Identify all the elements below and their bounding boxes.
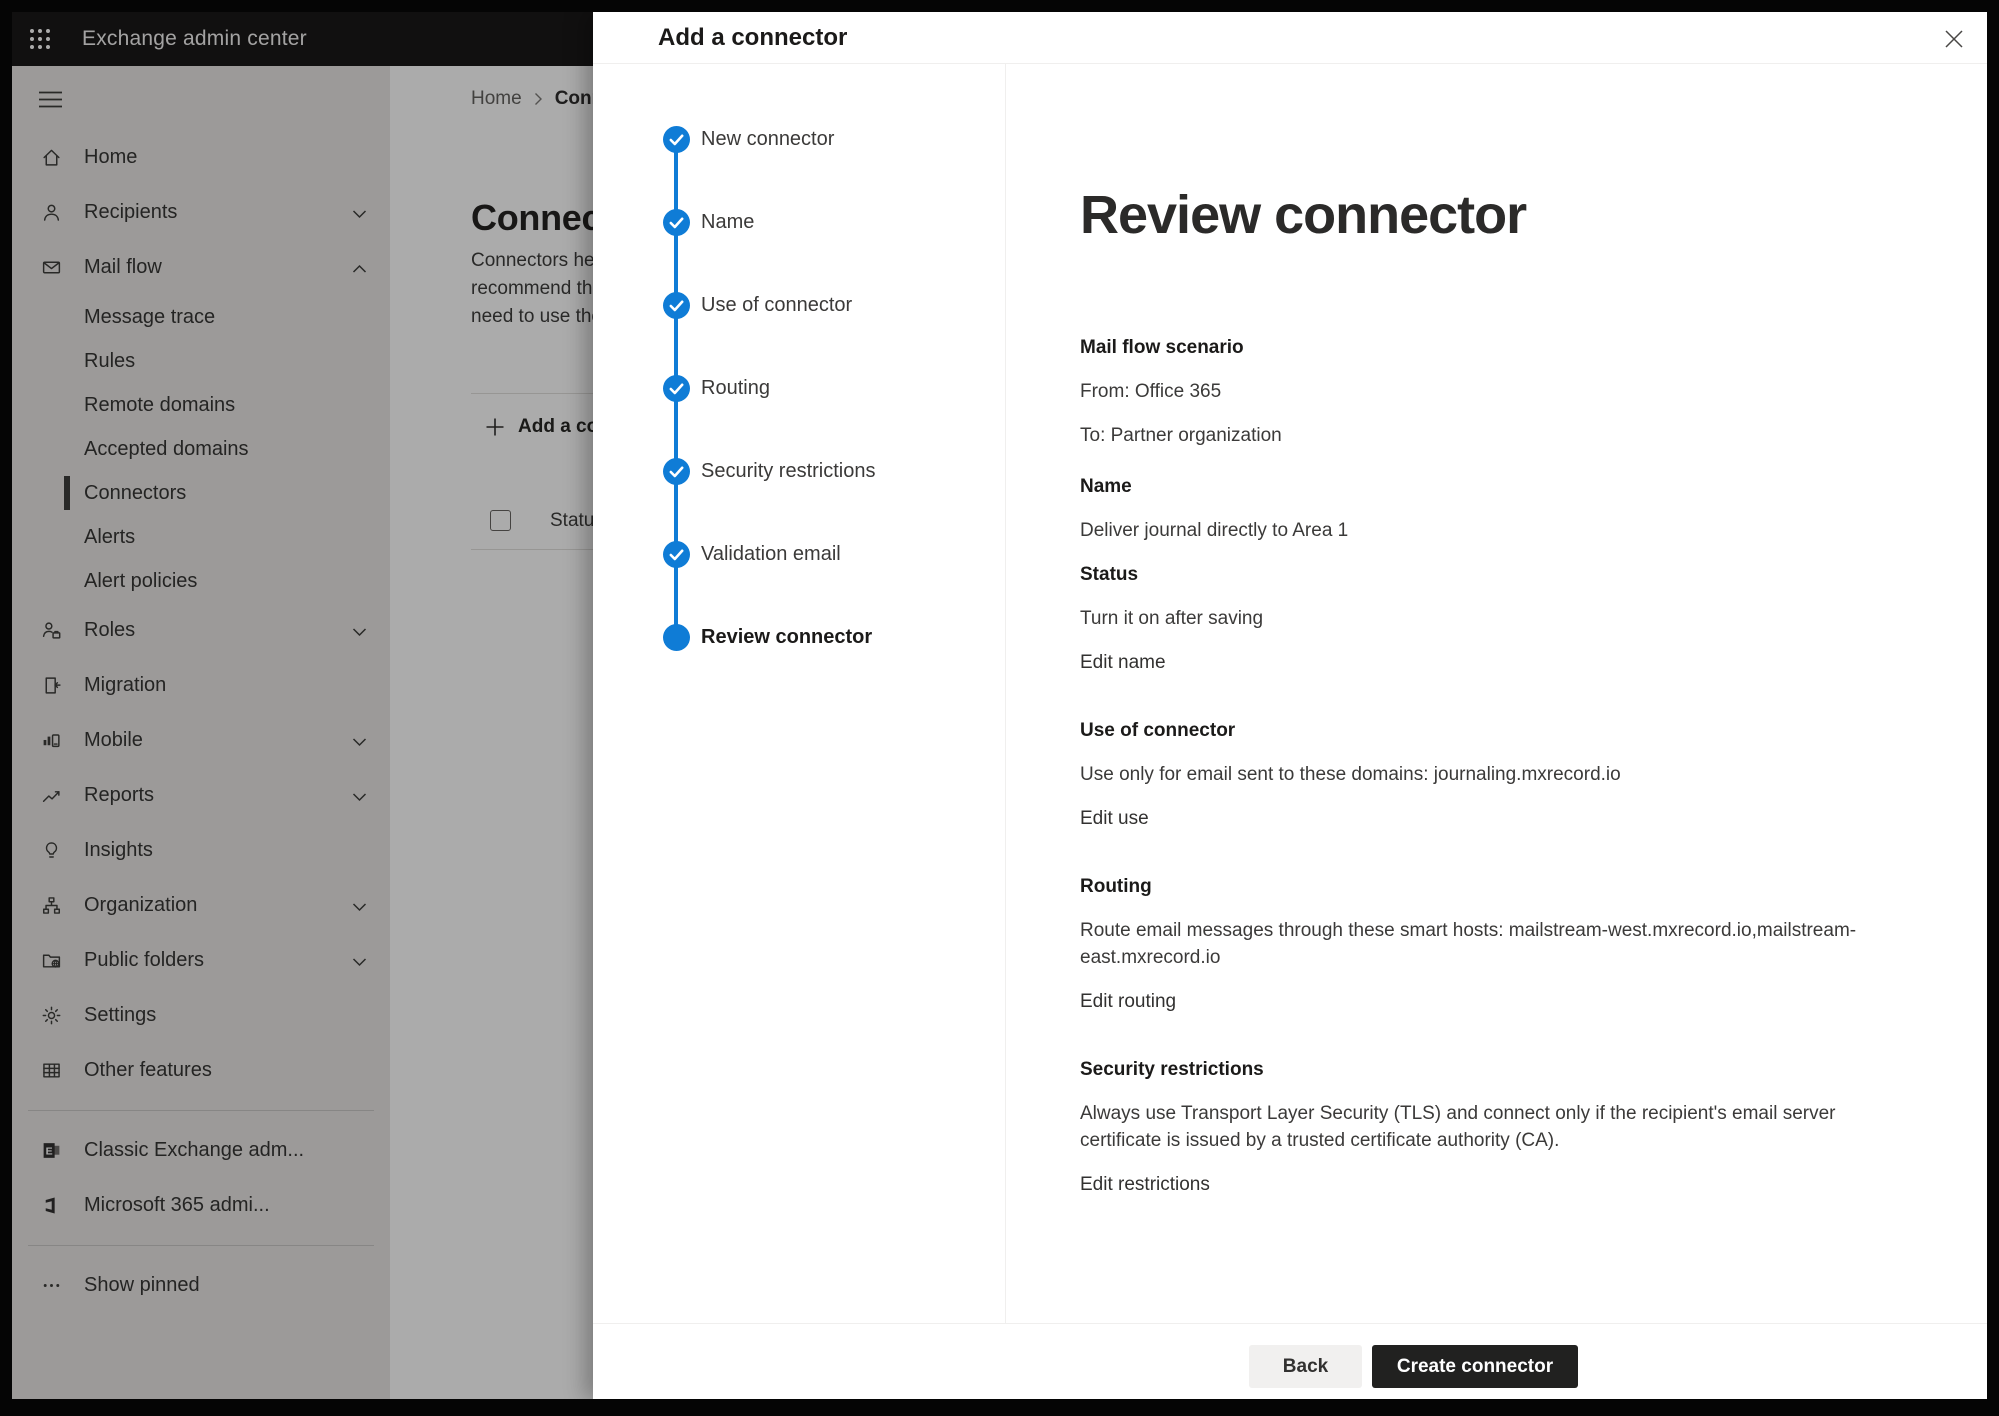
edit-name-link[interactable]: Edit name <box>1080 649 1166 676</box>
wizard-step-routing[interactable]: Routing <box>663 375 1005 458</box>
review-section: Routing Route email messages through thes… <box>1080 873 1858 1032</box>
review-section-text: From: Office 365 <box>1080 378 1858 405</box>
review-section-text: Use only for email sent to these domains… <box>1080 761 1858 788</box>
step-label: Review connector <box>701 624 872 651</box>
wizard-step-new-connector[interactable]: New connector <box>663 126 1005 209</box>
review-section: Security restrictions Always use Transpor… <box>1080 1056 1858 1215</box>
review-section: Use of connector Use only for email sent … <box>1080 717 1858 849</box>
review-section-heading: Use of connector <box>1080 717 1858 744</box>
step-completed-check-icon <box>663 126 690 153</box>
wizard-steps: New connector Name Use of connector Routing… <box>593 64 1006 1323</box>
wizard-step-validation-email[interactable]: Validation email <box>663 541 1005 624</box>
add-connector-modal: Add a connector New connector Name Use of … <box>593 12 1987 1399</box>
close-icon <box>1943 28 1965 50</box>
step-label: Security restrictions <box>701 458 876 485</box>
review-title: Review connector <box>1080 184 1987 246</box>
review-section-text: Route email messages through these smart… <box>1080 917 1858 971</box>
review-section-text: Always use Transport Layer Security (TLS… <box>1080 1100 1858 1154</box>
review-section-heading: Name <box>1080 473 1858 500</box>
modal-header: Add a connector <box>593 12 1987 64</box>
wizard-step-name[interactable]: Name <box>663 209 1005 292</box>
review-section-heading: Routing <box>1080 873 1858 900</box>
exchange-admin-app: Exchange admin center HomeRecipientsMail… <box>12 12 1987 1399</box>
review-section-heading: Security restrictions <box>1080 1056 1858 1083</box>
edit-use-link[interactable]: Edit use <box>1080 805 1149 832</box>
back-button[interactable]: Back <box>1249 1345 1362 1388</box>
modal-footer: Back Create connector <box>593 1323 1987 1399</box>
review-section-heading: Mail flow scenario <box>1080 334 1858 361</box>
step-completed-check-icon <box>663 375 690 402</box>
edit-routing-link[interactable]: Edit routing <box>1080 988 1176 1015</box>
review-section: Name Deliver journal directly to Area 1 St… <box>1080 473 1858 693</box>
review-section-heading: Status <box>1080 561 1858 588</box>
modal-title: Add a connector <box>658 24 847 52</box>
step-label: Name <box>701 209 754 236</box>
step-completed-check-icon <box>663 541 690 568</box>
step-current-icon <box>663 624 690 651</box>
review-panel: Review connector Mail flow scenario From:… <box>1007 64 1987 1323</box>
review-section-text: Deliver journal directly to Area 1 <box>1080 517 1858 544</box>
step-label: Use of connector <box>701 292 852 319</box>
step-label: New connector <box>701 126 834 153</box>
edit-restrictions-link[interactable]: Edit restrictions <box>1080 1171 1210 1198</box>
create-connector-button[interactable]: Create connector <box>1372 1345 1578 1388</box>
step-label: Validation email <box>701 541 841 568</box>
step-completed-check-icon <box>663 292 690 319</box>
step-completed-check-icon <box>663 458 690 485</box>
wizard-step-use-of-connector[interactable]: Use of connector <box>663 292 1005 375</box>
step-completed-check-icon <box>663 209 690 236</box>
step-label: Routing <box>701 375 770 402</box>
review-section: Mail flow scenario From: Office 365 To: Pa… <box>1080 334 1858 449</box>
review-section-text: Turn it on after saving <box>1080 605 1858 632</box>
wizard-step-security-restrictions[interactable]: Security restrictions <box>663 458 1005 541</box>
wizard-step-review-connector[interactable]: Review connector <box>663 624 1005 707</box>
close-button[interactable] <box>1941 26 1967 52</box>
review-section-text: To: Partner organization <box>1080 422 1858 449</box>
